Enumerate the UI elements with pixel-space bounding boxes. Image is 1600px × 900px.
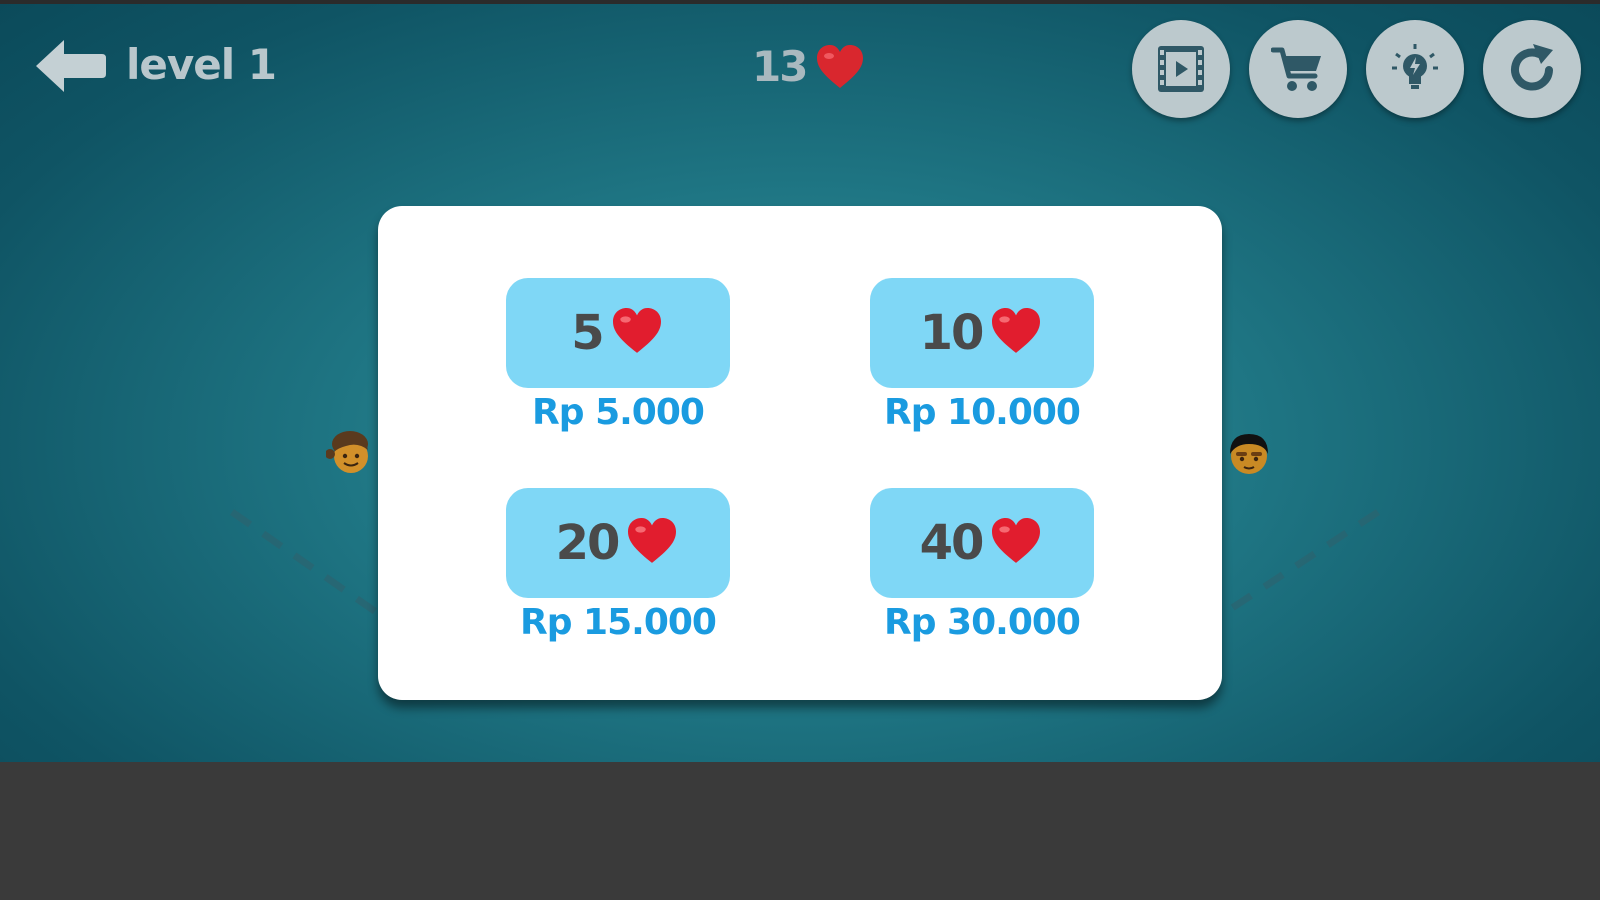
hearts-count: 13 xyxy=(752,42,808,91)
top-edge xyxy=(0,0,1600,4)
offer-amount: 20 xyxy=(555,515,621,571)
lightbulb-icon xyxy=(1392,44,1438,89)
restart-button[interactable] xyxy=(1483,20,1581,118)
girl-emoji-icon xyxy=(326,431,368,473)
buy-10-hearts-button[interactable]: 10 xyxy=(870,278,1094,388)
back-button[interactable] xyxy=(36,38,108,94)
game-area: level 1 13 5 Rp 5.000 10 Rp 10.000 20 Rp… xyxy=(0,0,1600,762)
offer-price: Rp 15.000 xyxy=(520,602,717,643)
offer-40-hearts: 40 Rp 30.000 xyxy=(870,488,1094,643)
offer-amount: 5 xyxy=(571,305,604,361)
back-arrow-icon xyxy=(36,40,106,92)
cart-icon xyxy=(1271,47,1321,91)
hint-button[interactable] xyxy=(1366,20,1464,118)
offer-20-hearts: 20 Rp 15.000 xyxy=(506,488,730,643)
heart-icon xyxy=(612,308,661,353)
offer-amount: 40 xyxy=(919,515,985,571)
offer-price: Rp 30.000 xyxy=(884,602,1081,643)
heart-icon xyxy=(628,518,677,563)
offer-5-hearts: 5 Rp 5.000 xyxy=(506,278,730,433)
buy-5-hearts-button[interactable]: 5 xyxy=(506,278,730,388)
offer-10-hearts: 10 Rp 10.000 xyxy=(870,278,1094,433)
offer-price: Rp 5.000 xyxy=(532,392,705,433)
heart-icon xyxy=(992,518,1041,563)
buy-40-hearts-button[interactable]: 40 xyxy=(870,488,1094,598)
restart-icon xyxy=(1511,44,1553,91)
shop-button[interactable] xyxy=(1249,20,1347,118)
film-play-icon xyxy=(1158,46,1204,92)
shop-panel: 5 Rp 5.000 10 Rp 10.000 20 Rp 15.000 40 … xyxy=(378,206,1222,700)
buy-20-hearts-button[interactable]: 20 xyxy=(506,488,730,598)
boy-emoji-icon xyxy=(1230,434,1268,474)
bottom-bar xyxy=(0,762,1600,900)
level-label: level 1 xyxy=(126,40,277,89)
offer-price: Rp 10.000 xyxy=(884,392,1081,433)
offer-amount: 10 xyxy=(919,305,985,361)
heart-icon xyxy=(992,308,1041,353)
watch-video-button[interactable] xyxy=(1132,20,1230,118)
heart-icon xyxy=(817,45,863,88)
